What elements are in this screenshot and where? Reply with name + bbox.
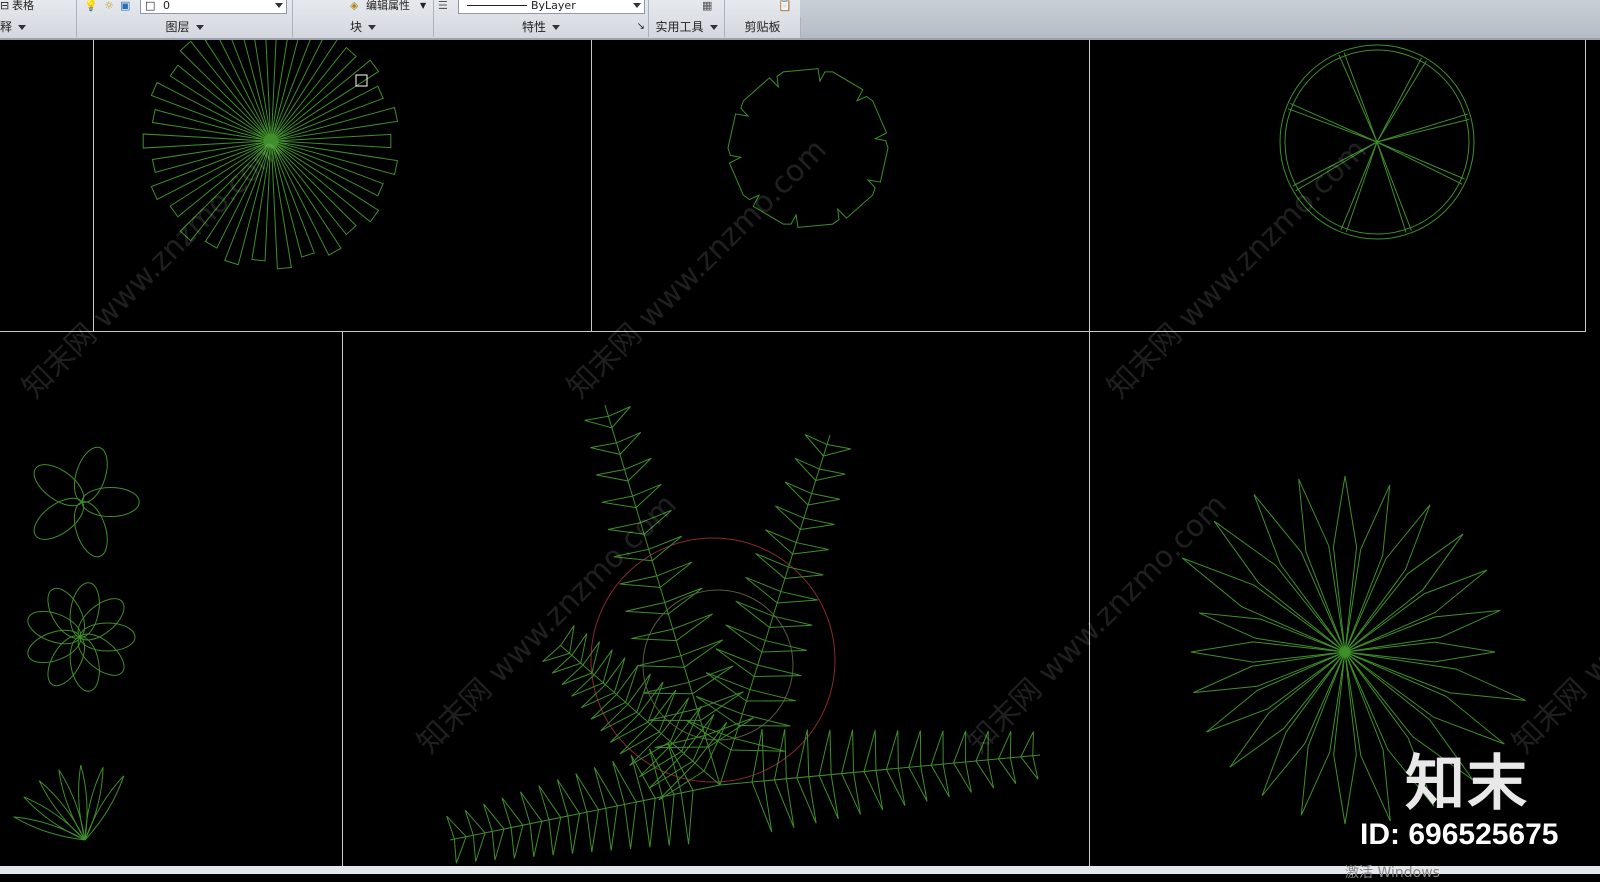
panel-utilities-label: 实用工具 — [655, 20, 704, 34]
separator — [292, 0, 293, 17]
dialog-launcher-icon[interactable]: ↘ — [637, 17, 645, 37]
edit-attribute-icon[interactable]: ◈ — [350, 0, 358, 15]
panel-layers[interactable]: 图层 — [77, 17, 293, 37]
ribbon: ⊟ 表格 💡 ☼ ▣ □ 0 ◈ 编辑属性 ▼ ☰ ByLayer ▦ 📋 释 … — [0, 0, 1600, 40]
panel-layers-label: 图层 — [165, 20, 190, 34]
layer-dropdown[interactable]: □ 0 — [140, 0, 287, 14]
drawing-canvas[interactable]: 知末网 www.znzmo.com 知末网 www.znzmo.com 知末网 … — [0, 40, 1600, 874]
chevron-down-icon — [368, 25, 376, 30]
chevron-down-icon — [195, 25, 204, 30]
panel-block[interactable]: 块 — [293, 17, 434, 37]
sun-icon[interactable]: ☼ — [104, 0, 114, 15]
panel-annotate-label: 释 — [0, 20, 13, 34]
chevron-down-icon[interactable]: ▼ — [420, 0, 426, 15]
brand-logo: 知末 — [1405, 749, 1529, 819]
panel-utilities[interactable]: 实用工具 — [649, 17, 725, 37]
layer-value: 0 — [163, 0, 170, 12]
linetype-dropdown[interactable]: ByLayer — [458, 0, 645, 14]
chevron-down-icon — [18, 25, 27, 30]
panel-annotate[interactable]: 释 — [0, 17, 77, 37]
chevron-down-icon — [709, 25, 718, 30]
panel-properties[interactable]: 特性 ↘ — [434, 17, 649, 37]
layer-lock-icon[interactable]: ▣ — [120, 0, 130, 15]
separator — [648, 0, 649, 17]
panel-clipboard[interactable]: 剪贴板 — [725, 17, 801, 37]
table-label[interactable]: 表格 — [12, 0, 34, 15]
chevron-down-icon — [633, 3, 641, 8]
paste-icon[interactable]: 📋 — [778, 0, 792, 15]
edit-attribute-label[interactable]: 编辑属性 — [366, 0, 410, 15]
linetype-sample — [467, 5, 527, 6]
table-icon[interactable]: ⊟ — [0, 0, 12, 15]
calculator-icon[interactable]: ▦ — [702, 0, 712, 15]
linetype-value: ByLayer — [531, 0, 576, 12]
separator — [76, 0, 77, 17]
ribbon-empty-area — [800, 0, 1600, 38]
layer-color-swatch: □ — [145, 0, 156, 12]
panel-block-label: 块 — [349, 20, 362, 34]
separator — [433, 0, 434, 17]
lightbulb-icon[interactable]: 💡 — [84, 0, 98, 15]
shrub-symbols — [13, 446, 140, 841]
windows-activation-notice: 激活 Windows — [1345, 865, 1440, 881]
panel-properties-label: 特性 — [521, 20, 546, 34]
chevron-down-icon — [275, 3, 283, 8]
panel-clipboard-label: 剪贴板 — [744, 20, 781, 34]
linetype-icon[interactable]: ☰ — [438, 0, 448, 15]
chevron-down-icon — [552, 25, 560, 30]
asset-id: ID: 696525675 — [1360, 818, 1559, 851]
separator — [724, 0, 725, 17]
